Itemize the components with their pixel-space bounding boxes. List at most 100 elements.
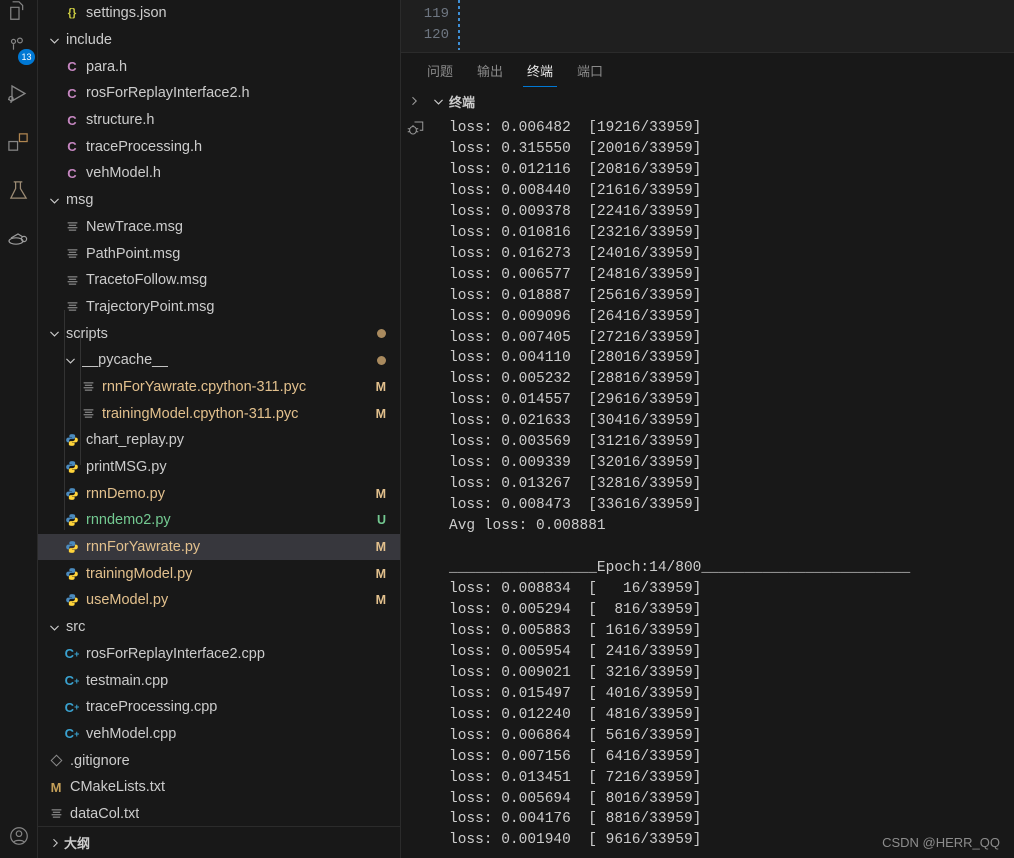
chevron-down-icon[interactable]	[46, 34, 62, 47]
terminal-line: loss: 0.018887 [25616/33959]	[449, 287, 702, 304]
watermark-text: CSDN @HERR_QQ	[882, 835, 1000, 850]
c-header-file-icon: C	[67, 59, 77, 75]
tree-item-label: rnnForYawrate.cpython-311.pyc	[102, 378, 307, 395]
tree-item-label: rnnForYawrate.py	[86, 539, 201, 556]
tree-file-row[interactable]: trainingModel.py M	[38, 560, 400, 587]
account-icon[interactable]	[0, 814, 38, 858]
tree-item-label: msg	[66, 192, 94, 209]
terminal-line: loss: 0.009096 [26416/33959]	[449, 308, 702, 325]
tree-file-row[interactable]: rnndemo2.py U	[38, 507, 400, 534]
explorer-sidebar: {} settings.json include Cpara.h CrosForRepl…	[38, 0, 401, 858]
terminal-line: loss: 0.006482 [19216/33959]	[449, 120, 702, 136]
tree-item-label: para.h	[86, 58, 128, 75]
terminal-line: _________________Epoch:14/800___________…	[449, 560, 911, 577]
tree-item-label: rnnDemo.py	[86, 485, 165, 502]
cpp-file-icon: C +	[64, 726, 80, 742]
folder-change-indicator	[377, 329, 386, 339]
terminal-line: loss: 0.003569 [31216/33959]	[449, 434, 702, 451]
testing-beaker-icon[interactable]	[0, 166, 38, 214]
chevron-down-icon[interactable]	[46, 194, 62, 207]
chevron-down-icon[interactable]	[427, 95, 449, 108]
source-control-badge: 13	[18, 49, 35, 65]
tree-folder-row[interactable]: src	[38, 614, 400, 641]
tree-item-label: CMakeLists.txt	[70, 779, 166, 796]
chevron-right-icon[interactable]	[401, 95, 427, 107]
terminal-line: loss: 0.315550 [20016/33959]	[449, 140, 702, 157]
terminal-line: loss: 0.005294 [ 816/33959]	[449, 601, 702, 618]
cmake-file-icon: M	[50, 779, 62, 795]
tree-item-label: TrajectoryPoint.msg	[86, 298, 215, 315]
terminal-area: loss: 0.006482 [19216/33959] loss: 0.3155…	[401, 115, 1014, 858]
tree-indent-guide	[80, 333, 81, 465]
tree-file-row[interactable]: C + vehModel.cpp	[38, 721, 400, 748]
tree-item-label: vehModel.cpp	[86, 725, 177, 742]
tree-item-label: dataCol.txt	[70, 805, 140, 822]
tree-file-row[interactable]: {} settings.json	[38, 0, 400, 27]
python-file-icon	[62, 460, 82, 474]
tree-file-row[interactable]: C + testmain.cpp	[38, 667, 400, 694]
tree-file-row[interactable]: useModel.py M	[38, 587, 400, 614]
outline-section-header[interactable]: 大纲	[38, 826, 400, 858]
tree-item-label: trainingModel.cpython-311.pyc	[102, 405, 299, 422]
tab-problems[interactable]: 问题	[415, 53, 465, 87]
tree-file-row[interactable]: chart_replay.py	[38, 427, 400, 454]
git-status-badge: M	[375, 486, 386, 501]
tree-file-row[interactable]: C + rosForReplayInterface2.cpp	[38, 641, 400, 668]
ros-icon[interactable]	[0, 214, 38, 262]
tree-file-row[interactable]: PathPoint.msg	[38, 240, 400, 267]
tree-folder-row[interactable]: msg	[38, 187, 400, 214]
terminal-line: loss: 0.016273 [24016/33959]	[449, 245, 702, 262]
chevron-down-icon[interactable]	[46, 621, 62, 634]
terminal-line: loss: 0.013451 [ 7216/33959]	[449, 769, 702, 786]
source-control-icon[interactable]: 13	[0, 22, 38, 70]
tab-output[interactable]: 输出	[465, 53, 515, 87]
tree-folder-row[interactable]: __pycache__	[38, 347, 400, 374]
tree-file-row[interactable]: rnnForYawrate.py M	[38, 533, 400, 561]
chevron-down-icon[interactable]	[46, 327, 62, 340]
tree-folder-row[interactable]: scripts	[38, 320, 400, 347]
tree-item-label: vehModel.h	[86, 165, 161, 182]
tree-file-row[interactable]: CvehModel.h	[38, 160, 400, 187]
terminal-line: loss: 0.015497 [ 4016/33959]	[449, 685, 702, 702]
tree-file-row[interactable]: CtraceProcessing.h	[38, 133, 400, 160]
tree-file-row[interactable]: CrosForReplayInterface2.h	[38, 80, 400, 107]
tab-ports[interactable]: 端口	[565, 53, 615, 87]
tree-file-row[interactable]: Cstructure.h	[38, 107, 400, 134]
tree-file-row[interactable]: .gitignore	[38, 747, 400, 774]
tree-file-row[interactable]: rnnDemo.py M	[38, 480, 400, 507]
tree-file-row[interactable]: dataCol.txt	[38, 801, 400, 826]
tree-file-row[interactable]: TrajectoryPoint.msg	[38, 294, 400, 321]
tree-file-row[interactable]: trainingModel.cpython-311.pyc M	[38, 400, 400, 427]
tree-file-row[interactable]: C + traceProcessing.cpp	[38, 694, 400, 721]
explorer-icon[interactable]	[0, 0, 38, 22]
tree-folder-row[interactable]: include	[38, 27, 400, 54]
python-file-icon	[62, 540, 82, 554]
terminal-line: loss: 0.009021 [ 3216/33959]	[449, 664, 702, 681]
tree-item-label: structure.h	[86, 112, 155, 129]
tree-item-label: printMSG.py	[86, 459, 167, 476]
tree-file-row[interactable]: M CMakeLists.txt	[38, 774, 400, 801]
tab-terminal[interactable]: 终端	[515, 53, 565, 87]
tree-item-label: traceProcessing.cpp	[86, 699, 218, 716]
git-status-badge: M	[375, 566, 386, 581]
tree-item-label: settings.json	[86, 5, 167, 22]
tree-item-label: trainingModel.py	[86, 565, 193, 582]
tree-file-row[interactable]: rnnForYawrate.cpython-311.pyc M	[38, 374, 400, 401]
debug-console-icon[interactable]	[407, 119, 425, 858]
text-file-icon	[46, 807, 66, 820]
terminal-output[interactable]: loss: 0.006482 [19216/33959] loss: 0.3155…	[431, 115, 1014, 858]
extensions-icon[interactable]	[0, 118, 38, 166]
line-number: 120	[423, 27, 449, 43]
tree-item-label: rosForReplayInterface2.h	[86, 85, 250, 102]
terminal-line: loss: 0.005694 [ 8016/33959]	[449, 790, 702, 807]
outline-label: 大纲	[64, 836, 91, 851]
file-tree[interactable]: {} settings.json include Cpara.h CrosForRepl…	[38, 0, 400, 826]
tree-file-row[interactable]: NewTrace.msg	[38, 214, 400, 241]
tree-item-label: PathPoint.msg	[86, 245, 181, 262]
run-and-debug-icon[interactable]	[0, 70, 38, 118]
tree-file-row[interactable]: TracetoFollow.msg	[38, 267, 400, 294]
tree-file-row[interactable]: printMSG.py	[38, 454, 400, 481]
tree-file-row[interactable]: Cpara.h	[38, 53, 400, 80]
text-file-icon	[62, 300, 82, 313]
